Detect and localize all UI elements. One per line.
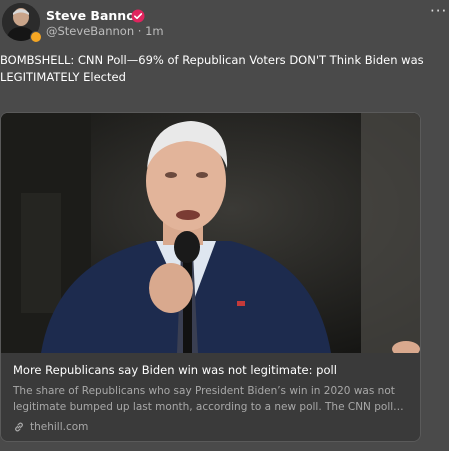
author-name[interactable]: Steve Bannon	[46, 8, 144, 23]
card-description: The share of Republicans who say Preside…	[13, 385, 404, 413]
handle-line: @SteveBannon · 1m	[46, 24, 164, 38]
card-title[interactable]: More Republicans say Biden win was not l…	[13, 363, 337, 377]
author-handle[interactable]: @SteveBannon	[46, 24, 134, 38]
link-preview-card[interactable]: More Republicans say Biden win was not l…	[0, 112, 421, 442]
verified-badge-icon	[131, 9, 145, 23]
separator-dot: ·	[137, 24, 142, 38]
post-text: BOMBSHELL: CNN Poll—69% of Republican Vo…	[0, 53, 424, 84]
card-image[interactable]	[1, 113, 420, 357]
social-post: Steve Bannon @SteveBannon · 1m ··· BOMBS…	[0, 0, 449, 451]
card-meta: More Republicans say Biden win was not l…	[1, 353, 420, 441]
avatar-status-badge	[30, 31, 42, 43]
card-domain[interactable]: thehill.com	[13, 421, 88, 433]
post-time[interactable]: 1m	[145, 24, 164, 38]
card-domain-text: thehill.com	[30, 421, 89, 433]
more-options-button[interactable]: ···	[430, 2, 447, 20]
link-icon	[15, 422, 23, 432]
